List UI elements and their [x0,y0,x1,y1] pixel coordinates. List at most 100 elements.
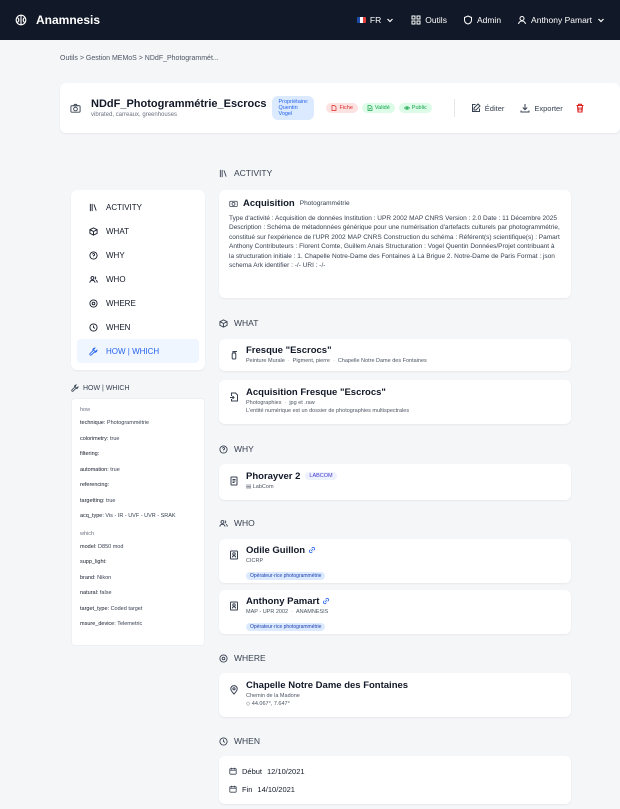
end-date-row: Fin 14/10/2021 [229,780,561,798]
sidebar-item-where[interactable]: WHERE [77,291,199,315]
prop-key: supp_light: [80,559,107,565]
camera-icon [70,103,81,113]
edit-icon [471,103,481,112]
prop-value: Vis - IR - UVF - UVR - SRAK [105,513,176,519]
who-org: CICRP [246,558,264,564]
owner-name: Quentin Vogel [278,104,298,118]
prop-value: Photogrammétrie [106,420,150,426]
link-icon[interactable] [322,597,330,605]
library-icon [89,203,97,211]
end-label: Fin [242,784,253,794]
who-name: Anthony Pamart [246,596,330,607]
user-menu[interactable]: Anthony Pamart [517,15,606,25]
sidebar-item-label: WHERE [106,298,136,308]
prop-key: natural: [80,590,99,596]
which-group-label: which [80,530,95,537]
sidebar-item-why[interactable]: WHY [77,243,199,267]
trash-icon[interactable] [575,103,585,113]
prop-row: colorimetry: true [80,432,196,448]
export-button[interactable]: Exporter [520,103,563,113]
map-pin-icon [219,653,228,663]
what-section-title: WHAT [219,318,258,328]
language-selector[interactable]: FR [356,15,395,25]
why-title-label: Phorayver 2 [246,471,301,482]
role-tag: Opérateur·rice photogrammétrie [246,623,326,631]
user-icon [518,16,527,25]
breadcrumb[interactable]: Outils > Gestion MEMoS > NDdF_Photogramm… [60,55,219,62]
public-badge: Public [398,103,432,113]
id-card-icon [230,601,238,611]
meta-item: Pigment, pierre [292,358,330,364]
meta-item: jpg et .raw [289,400,315,406]
prop-key: model: [80,543,97,550]
help-circle-icon [89,250,98,260]
meta-item: Photographies [246,400,282,406]
start-date-row: Début 12/10/2021 [229,762,561,780]
when-card: Début 12/10/2021 Fin 14/10/2021 [219,756,571,804]
section-title-label: ACTIVITY [234,168,273,178]
prop-value: true [106,497,116,504]
sidebar-item-what[interactable]: WHAT [77,219,199,243]
nav-tools-label: Outils [425,15,447,25]
what-card-fresque[interactable]: Fresque "Escrocs" Peinture Murale · Pigmen… [219,339,571,371]
sidebar-item-when[interactable]: WHEN [77,315,199,339]
brand-name: Anamnesis [36,13,101,27]
record-title: NDdF_Photogrammétrie_Escrocs [91,98,267,110]
who-card-guillon[interactable]: Odile Guillon CICRP Opérateur·rice photo… [219,539,571,583]
nav-admin[interactable]: Admin [463,15,501,25]
users-icon [219,519,228,527]
what-desc: L'entité numérique est un dossier de pho… [246,408,410,414]
france-flag-icon [356,17,366,23]
prop-value: Nikon [97,574,112,581]
who-org: MAP - UPR 2002 · ANAMNESIS [246,609,329,615]
file-import-icon [230,392,238,402]
why-title: Phorayver 2 LABCOM [246,471,337,482]
calendar-icon [229,767,237,775]
org-item: ANAMNESIS [295,609,329,615]
prop-row: acq_type: Vis - IR - UVF - UVR - SRAK [80,509,196,525]
fire-extinguisher-icon [231,351,237,360]
why-sub-label: LabCom [252,484,274,490]
properties-title-label: HOW | WHICH [83,384,130,392]
when-section-title: WHEN [219,736,260,746]
prop-key: technique: [80,420,106,426]
sidebar-item-activity[interactable]: ACTIVITY [77,195,199,219]
shield-icon [463,15,472,25]
section-title-label: WHO [234,518,255,528]
public-badge-label: Public [411,105,427,111]
who-section-title: WHO [219,518,255,528]
coords-label: 44.067°, 7.647° [251,701,290,707]
edit-button[interactable]: Éditer [471,103,504,113]
prop-row: brand: Nikon [80,571,196,587]
prop-key: targetting: [80,497,105,504]
header-divider [453,99,455,117]
brand[interactable]: Anamnesis [14,13,100,27]
brain-logo-icon [15,14,27,26]
who-name: Odile Guillon [246,545,325,556]
clock-icon [89,322,98,332]
library-icon [219,169,227,177]
nav-admin-label: Admin [476,15,502,25]
where-section-title: WHERE [219,653,266,663]
where-card[interactable]: Chapelle Notre Dame des Fontaines Chemin… [219,673,571,717]
prop-key: referencing: [80,482,110,488]
section-title-label: WHERE [234,653,266,663]
activity-description: Type d'activité : Acquisition de données… [229,215,560,270]
record-keywords: vibrated, carreaux, greenhouses [91,112,178,118]
chevron-down-icon [598,18,604,23]
who-name-label: Anthony Pamart [246,596,320,607]
eye-icon [403,106,410,110]
id-card-icon [230,550,238,560]
prop-row: natural: false [80,586,196,602]
sidebar-item-how-which[interactable]: HOW | WHICH [77,339,199,363]
nav-tools[interactable]: Outils [411,15,447,25]
who-card-pamart[interactable]: Anthony Pamart MAP - UPR 2002 · ANAMNESIS … [219,590,571,634]
section-title-label: WHEN [234,736,260,746]
link-icon[interactable] [308,546,316,554]
prop-row: referencing: [80,478,196,494]
where-address: Chemin de la Madone [246,693,300,699]
sidebar-item-who[interactable]: WHO [77,267,199,291]
prop-value: true [109,435,120,442]
what-card-acquisition[interactable]: Acquisition Fresque "Escrocs" Photograph… [219,380,571,424]
why-card[interactable]: Phorayver 2 LABCOM ▤ LabCom [219,464,571,500]
